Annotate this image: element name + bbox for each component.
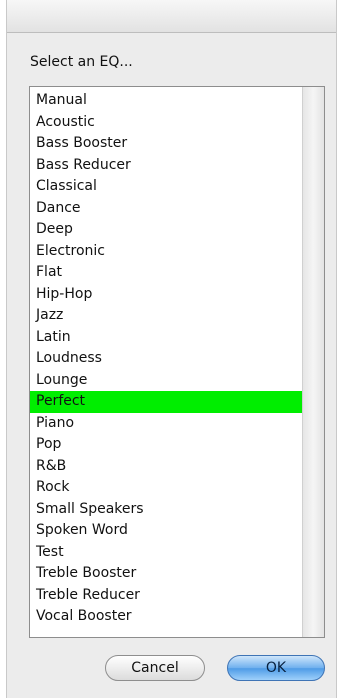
- list-item[interactable]: R&B: [30, 456, 302, 478]
- list-item[interactable]: Bass Booster: [30, 133, 302, 155]
- title-bar[interactable]: [7, 0, 336, 33]
- list-item[interactable]: Hip-Hop: [30, 284, 302, 306]
- list-item[interactable]: Manual: [30, 90, 302, 112]
- list-item[interactable]: Piano: [30, 413, 302, 435]
- list-item[interactable]: Flat: [30, 262, 302, 284]
- eq-preset-list[interactable]: Manual Acoustic Bass Booster Bass Reducer Cl…: [29, 86, 325, 638]
- list-item[interactable]: Bass Reducer: [30, 155, 302, 177]
- list-item[interactable]: Treble Booster: [30, 563, 302, 585]
- prompt-label: Select an EQ...: [30, 54, 133, 70]
- list-item[interactable]: Latin: [30, 327, 302, 349]
- list-item[interactable]: Rock: [30, 477, 302, 499]
- eq-preset-items: Manual Acoustic Bass Booster Bass Reducer Cl…: [30, 90, 302, 628]
- list-item[interactable]: Treble Reducer: [30, 585, 302, 607]
- list-item[interactable]: Pop: [30, 434, 302, 456]
- list-item[interactable]: Jazz: [30, 305, 302, 327]
- scrollbar-track[interactable]: [302, 87, 324, 637]
- list-item[interactable]: Acoustic: [30, 112, 302, 134]
- list-item[interactable]: Spoken Word: [30, 520, 302, 542]
- list-item-selected[interactable]: Perfect: [30, 391, 302, 413]
- cancel-button[interactable]: Cancel: [105, 655, 205, 681]
- list-item[interactable]: Loudness: [30, 348, 302, 370]
- list-item[interactable]: Classical: [30, 176, 302, 198]
- list-item[interactable]: Vocal Booster: [30, 606, 302, 628]
- ok-button[interactable]: OK: [227, 655, 325, 681]
- list-item[interactable]: Lounge: [30, 370, 302, 392]
- list-item[interactable]: Test: [30, 542, 302, 564]
- list-item[interactable]: Deep: [30, 219, 302, 241]
- eq-dialog: Select an EQ... Manual Acoustic Bass Boost…: [6, 0, 337, 698]
- list-item[interactable]: Dance: [30, 198, 302, 220]
- list-item[interactable]: Small Speakers: [30, 499, 302, 521]
- list-item[interactable]: Electronic: [30, 241, 302, 263]
